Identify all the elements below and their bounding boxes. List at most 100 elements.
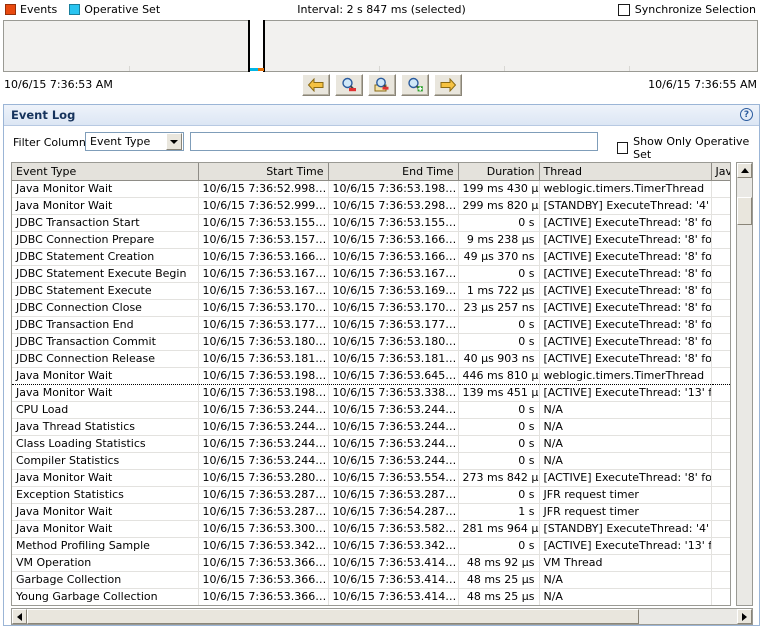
- show-only-operative-set-checkbox[interactable]: Show Only Operative Set: [617, 135, 759, 161]
- filter-column-value: Event Type: [90, 135, 151, 148]
- cell-duration: 49 µs 370 ns: [458, 248, 540, 266]
- cell-end_time: 10/6/15 7:36:53.167…: [328, 265, 459, 283]
- cell-java: [711, 554, 730, 572]
- table-row[interactable]: Method Profiling Sample 10/6/15 7:36:53.3…: [12, 537, 730, 555]
- pan-left-button[interactable]: [302, 74, 330, 96]
- cell-thread: N/A: [539, 401, 712, 419]
- checkbox-box-icon[interactable]: [617, 3, 630, 16]
- table-row[interactable]: JDBC Connection Release 10/6/15 7:36:53.1…: [12, 350, 730, 368]
- event-table-header-row: Event Type Start Time End Time Duration …: [12, 163, 730, 181]
- cell-duration: 23 µs 257 ns: [458, 299, 540, 317]
- timeline-toolbar: [302, 74, 462, 96]
- zoom-out-button[interactable]: [335, 74, 363, 96]
- cell-start_time: 10/6/15 7:36:53.198…: [198, 366, 329, 385]
- scroll-right-button[interactable]: [737, 609, 752, 624]
- cell-java: [711, 452, 730, 470]
- pan-right-button[interactable]: [434, 74, 462, 96]
- cell-java: [711, 180, 730, 198]
- horizontal-scroll-thumb[interactable]: [27, 609, 639, 624]
- timeline-range-track[interactable]: [3, 20, 758, 72]
- cell-event_type: Compiler Statistics: [12, 452, 199, 470]
- column-header-java[interactable]: Java: [711, 163, 730, 181]
- cell-duration: 199 ms 430 µs: [458, 180, 540, 198]
- table-row[interactable]: JDBC Statement Execute 10/6/15 7:36:53.16…: [12, 282, 730, 300]
- cell-start_time: 10/6/15 7:36:53.366…: [198, 588, 329, 605]
- cell-start_time: 10/6/15 7:36:53.287…: [198, 503, 329, 521]
- table-row[interactable]: Java Monitor Wait 10/6/15 7:36:53.280… 10/…: [12, 469, 730, 487]
- cell-event_type: JDBC Transaction Start: [12, 214, 199, 232]
- table-row[interactable]: Java Monitor Wait 10/6/15 7:36:52.999… 10/…: [12, 197, 730, 215]
- help-icon[interactable]: ?: [740, 108, 753, 121]
- cell-end_time: 10/6/15 7:36:53.414…: [328, 554, 459, 572]
- table-row[interactable]: JDBC Transaction Start 10/6/15 7:36:53.15…: [12, 214, 730, 232]
- cell-duration: 48 ms 25 µs: [458, 588, 540, 605]
- table-row[interactable]: VM Operation 10/6/15 7:36:53.366… 10/6/15 …: [12, 554, 730, 572]
- table-row[interactable]: Garbage Collection 10/6/15 7:36:53.366… 10…: [12, 571, 730, 589]
- table-row[interactable]: Java Monitor Wait 10/6/15 7:36:52.998… 10/…: [12, 180, 730, 198]
- table-row[interactable]: JDBC Connection Close 10/6/15 7:36:53.170…: [12, 299, 730, 317]
- synchronize-selection-checkbox[interactable]: Synchronize Selection: [617, 3, 756, 16]
- scroll-up-button[interactable]: [737, 163, 752, 178]
- cell-thread: [ACTIVE] ExecuteThread: '8' fo…: [539, 231, 712, 249]
- horizontal-scrollbar[interactable]: [11, 608, 753, 625]
- cell-thread: N/A: [539, 571, 712, 589]
- cell-thread: [ACTIVE] ExecuteThread: '8' fo…: [539, 469, 712, 487]
- cell-event_type: Java Monitor Wait: [12, 180, 199, 198]
- chevron-down-icon[interactable]: [166, 133, 182, 150]
- table-row[interactable]: Java Monitor Wait 10/6/15 7:36:53.287… 10/…: [12, 503, 730, 521]
- cell-duration: 0 s: [458, 452, 540, 470]
- table-row[interactable]: JDBC Connection Prepare 10/6/15 7:36:53.1…: [12, 231, 730, 249]
- vertical-scroll-thumb[interactable]: [737, 197, 752, 225]
- cell-java: [711, 333, 730, 351]
- table-row[interactable]: CPU Load 10/6/15 7:36:53.244… 10/6/15 7:36…: [12, 401, 730, 419]
- table-row[interactable]: Java Thread Statistics 10/6/15 7:36:53.24…: [12, 418, 730, 436]
- checkbox-box-icon[interactable]: [617, 142, 629, 154]
- table-row[interactable]: JDBC Transaction End 10/6/15 7:36:53.177……: [12, 316, 730, 334]
- filter-column-select[interactable]: Event Type: [85, 132, 184, 151]
- cell-event_type: JDBC Connection Close: [12, 299, 199, 317]
- table-row[interactable]: Class Loading Statistics 10/6/15 7:36:53.…: [12, 435, 730, 453]
- table-row[interactable]: Young Garbage Collection 10/6/15 7:36:53.…: [12, 588, 730, 605]
- cell-java: [711, 282, 730, 300]
- cell-thread: [ACTIVE] ExecuteThread: '13' f…: [539, 537, 712, 555]
- column-header-thread[interactable]: Thread: [539, 163, 712, 181]
- cell-event_type: CPU Load: [12, 401, 199, 419]
- cell-thread: [ACTIVE] ExecuteThread: '8' fo…: [539, 333, 712, 351]
- cell-thread: weblogic.timers.TimerThread: [539, 180, 712, 198]
- table-row[interactable]: Compiler Statistics 10/6/15 7:36:53.244… 1…: [12, 452, 730, 470]
- column-header-end-time[interactable]: End Time: [328, 163, 459, 181]
- cell-start_time: 10/6/15 7:36:53.167…: [198, 265, 329, 283]
- table-row[interactable]: Java Monitor Wait 10/6/15 7:36:53.198… 10/…: [12, 384, 730, 402]
- cell-java: [711, 571, 730, 589]
- timeline-selection-band[interactable]: [248, 20, 265, 72]
- cell-java: [711, 469, 730, 487]
- table-row[interactable]: JDBC Transaction Commit 10/6/15 7:36:53.1…: [12, 333, 730, 351]
- table-row[interactable]: JDBC Statement Creation 10/6/15 7:36:53.1…: [12, 248, 730, 266]
- cell-thread: N/A: [539, 435, 712, 453]
- zoom-in-button[interactable]: [401, 74, 429, 96]
- column-header-duration[interactable]: Duration: [458, 163, 540, 181]
- cell-end_time: 10/6/15 7:36:53.244…: [328, 401, 459, 419]
- event-table-grid[interactable]: Event Type Start Time End Time Duration …: [11, 162, 731, 606]
- table-row[interactable]: JDBC Statement Execute Begin 10/6/15 7:36…: [12, 265, 730, 283]
- table-row[interactable]: Exception Statistics 10/6/15 7:36:53.287……: [12, 486, 730, 504]
- column-header-start-time[interactable]: Start Time: [198, 163, 329, 181]
- cell-java: [711, 486, 730, 504]
- reset-zoom-button[interactable]: [368, 74, 396, 96]
- cell-duration: 0 s: [458, 435, 540, 453]
- column-header-event-type[interactable]: Event Type: [12, 163, 199, 181]
- cell-thread: N/A: [539, 588, 712, 605]
- cell-end_time: 10/6/15 7:36:53.169…: [328, 282, 459, 300]
- cell-start_time: 10/6/15 7:36:53.280…: [198, 469, 329, 487]
- filter-text-input[interactable]: [190, 132, 598, 151]
- arrow-left-icon: [17, 612, 22, 621]
- cell-java: [711, 316, 730, 334]
- cell-start_time: 10/6/15 7:36:53.198…: [198, 384, 329, 402]
- cell-event_type: JDBC Connection Release: [12, 350, 199, 368]
- cell-start_time: 10/6/15 7:36:53.244…: [198, 435, 329, 453]
- vertical-scrollbar[interactable]: [736, 162, 753, 606]
- scroll-left-button[interactable]: [12, 609, 27, 624]
- table-row[interactable]: Java Monitor Wait 10/6/15 7:36:53.300… 10/…: [12, 520, 730, 538]
- table-row[interactable]: Java Monitor Wait 10/6/15 7:36:53.198… 10/…: [12, 366, 730, 385]
- cell-event_type: Java Monitor Wait: [12, 366, 199, 385]
